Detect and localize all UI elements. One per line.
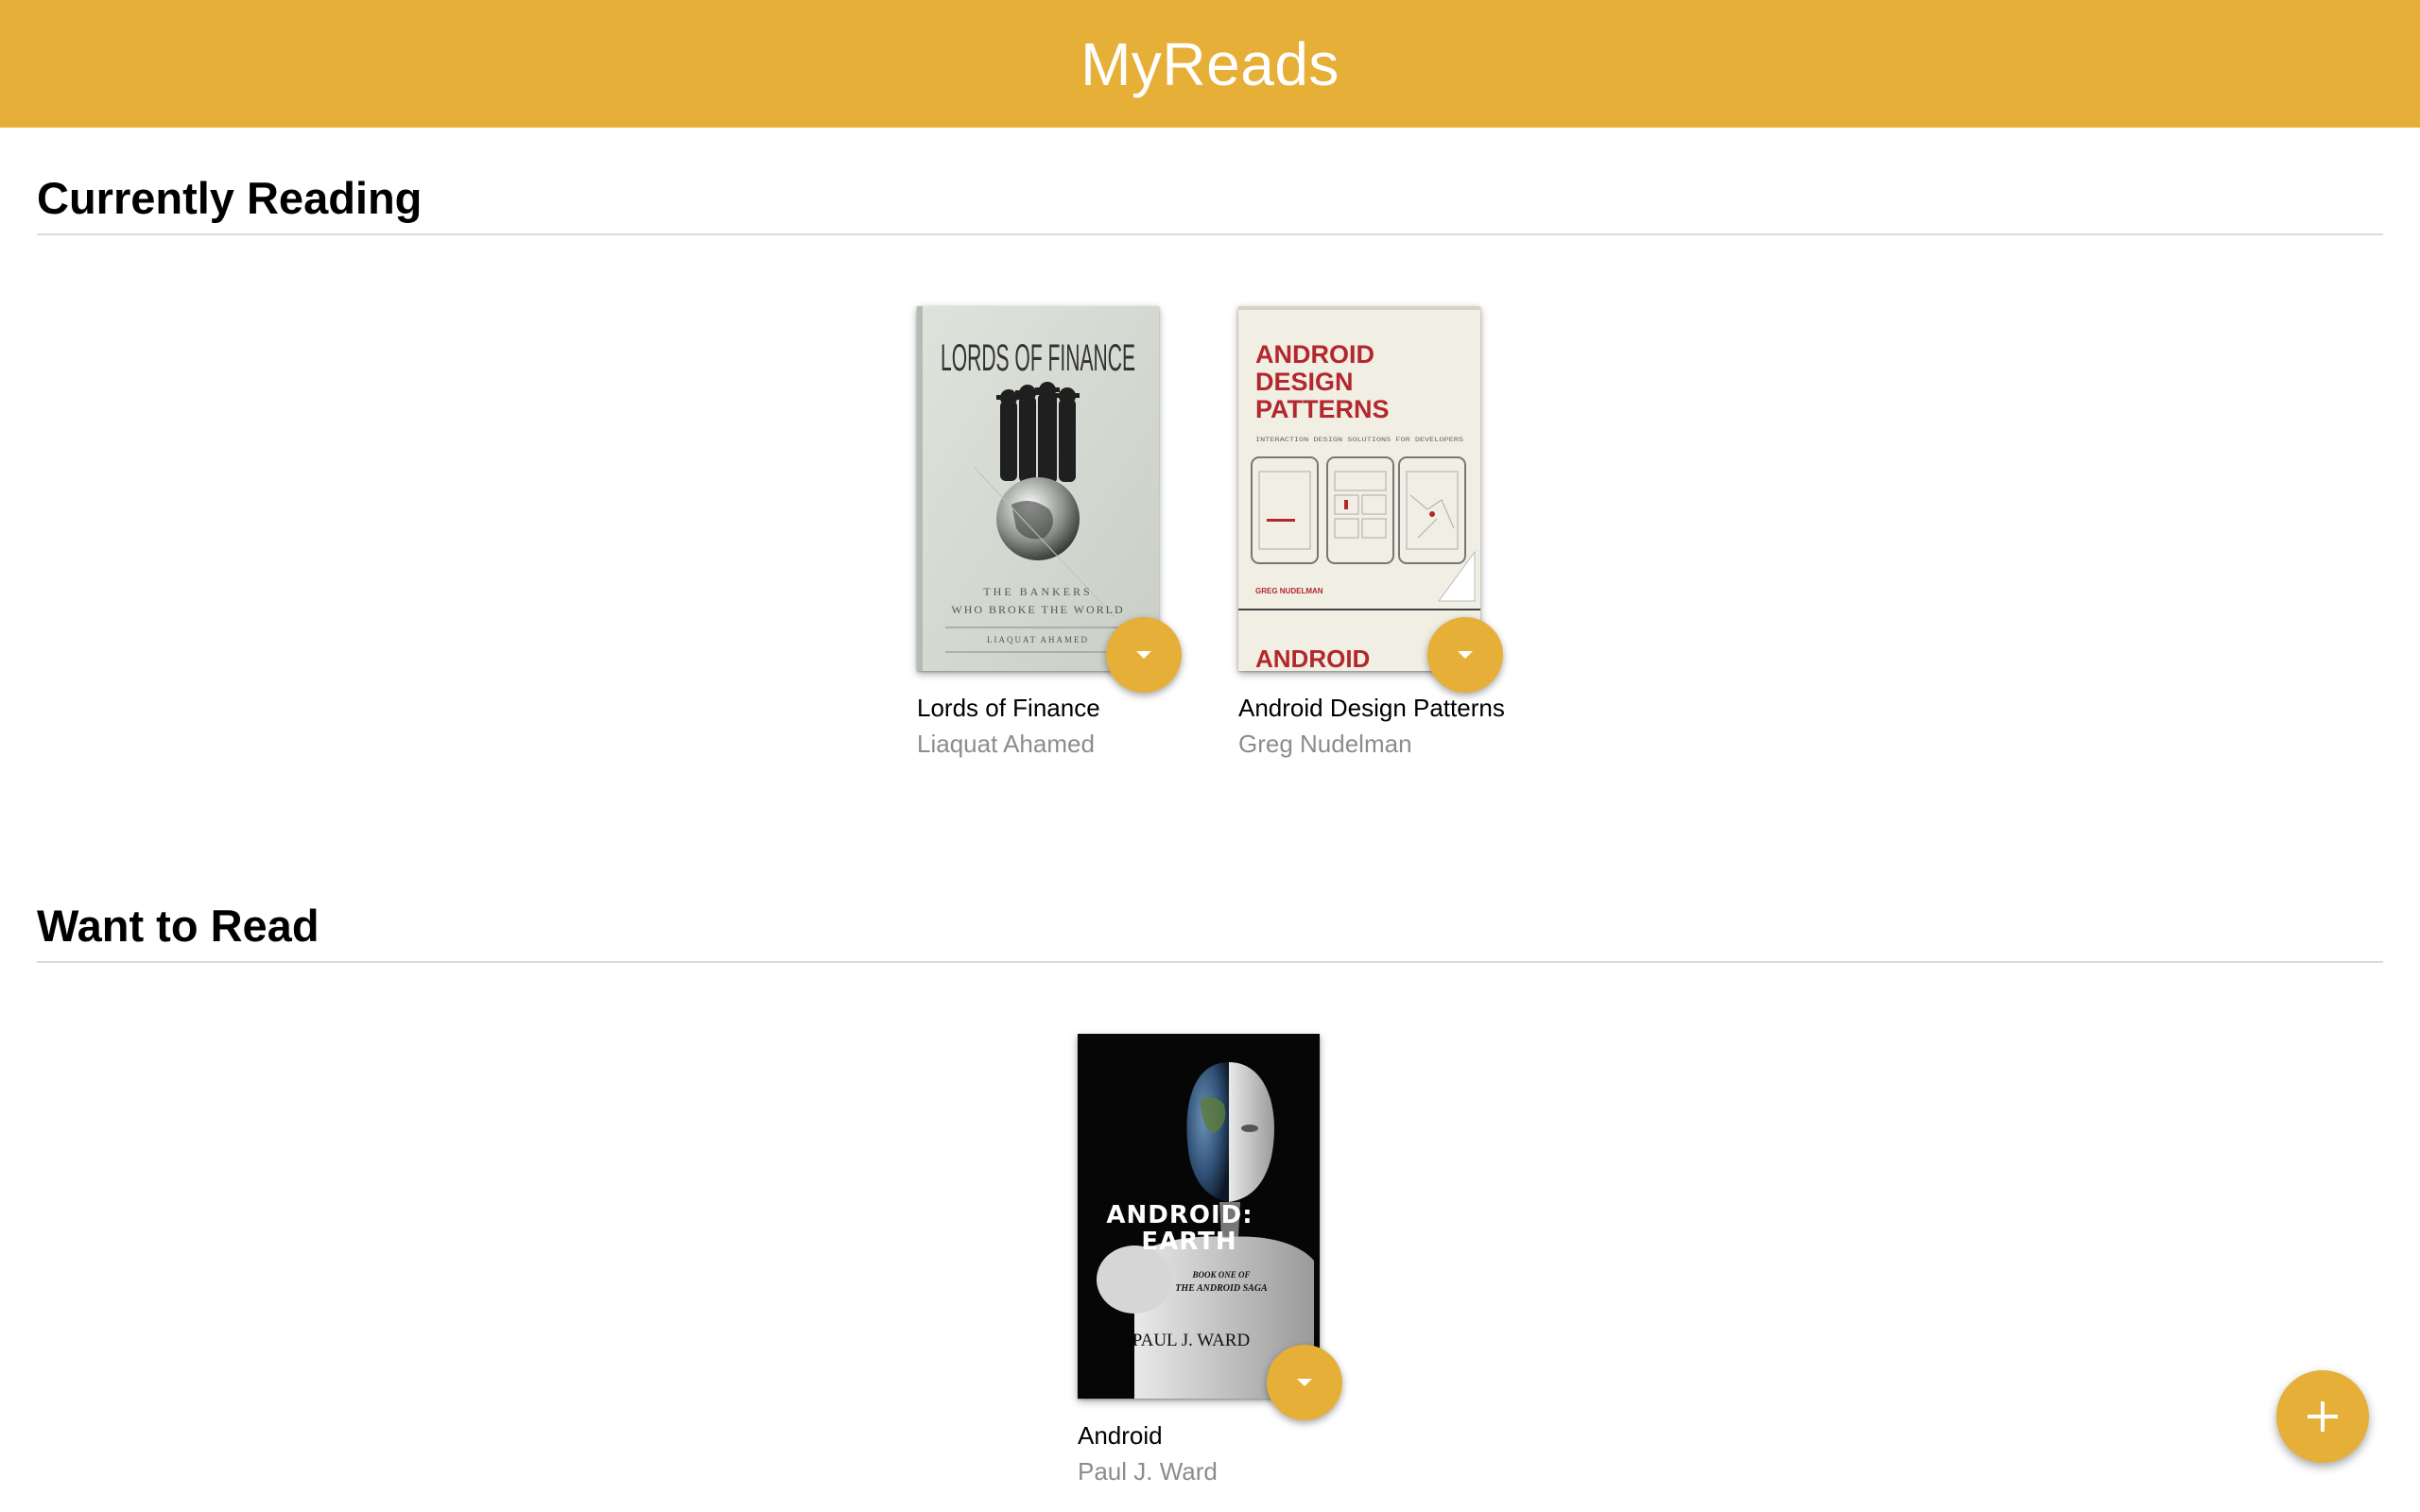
shelf-changer-button[interactable] — [1427, 617, 1503, 693]
book-author: Greg Nudelman — [1238, 730, 1412, 758]
shelf-changer-button[interactable] — [1267, 1345, 1342, 1420]
svg-text:PATTERNS: PATTERNS — [1255, 395, 1390, 423]
plus-icon — [2308, 1401, 2338, 1432]
svg-text:WHO BROKE THE WORLD: WHO BROKE THE WORLD — [951, 603, 1124, 616]
book-title: Android Design Patterns — [1238, 694, 1505, 722]
svg-text:ANDROID:: ANDROID: — [1106, 1201, 1253, 1229]
shelf-divider — [37, 233, 2383, 235]
caret-down-icon — [1458, 651, 1473, 659]
svg-text:BOOK ONE OF: BOOK ONE OF — [1191, 1270, 1250, 1280]
svg-text:ANDROID: ANDROID — [1255, 644, 1370, 671]
shelf-divider — [37, 961, 2383, 963]
add-book-button[interactable] — [2276, 1370, 2369, 1463]
book-author: Liaquat Ahamed — [917, 730, 1095, 758]
caret-down-icon — [1136, 651, 1151, 659]
svg-text:PAUL J. WARD: PAUL J. WARD — [1132, 1331, 1250, 1350]
shelf-title-currently-reading: Currently Reading — [37, 173, 423, 223]
svg-text:LIAQUAT AHAMED: LIAQUAT AHAMED — [987, 635, 1089, 644]
book-cover[interactable]: ANDROID DESIGN PATTERNS INTERACTION DESI… — [1238, 306, 1480, 671]
shelf-changer-button[interactable] — [1106, 617, 1182, 693]
svg-text:ANDROID: ANDROID — [1255, 340, 1374, 369]
app-title: MyReads — [1080, 29, 1340, 98]
cover-title-text: LORDS OF FINANCE — [941, 337, 1135, 379]
caret-down-icon — [1297, 1379, 1312, 1386]
book-title: Lords of Finance — [917, 694, 1100, 722]
app-header: MyReads — [0, 0, 2420, 128]
svg-text:EARTH: EARTH — [1141, 1228, 1236, 1256]
book-cover[interactable]: ANDROID: EARTH BOOK ONE OF THE ANDROID S… — [1078, 1034, 1320, 1399]
svg-text:THE BANKERS: THE BANKERS — [983, 585, 1092, 598]
svg-text:GREG NUDELMAN: GREG NUDELMAN — [1255, 587, 1323, 595]
book-cover[interactable]: LORDS OF FINANCE THE BANKERS WHO BROKE T… — [917, 306, 1159, 671]
book-title: Android — [1078, 1421, 1163, 1450]
svg-text:DESIGN: DESIGN — [1255, 368, 1354, 396]
shelf-title-want-to-read: Want to Read — [37, 901, 320, 951]
svg-text:THE ANDROID SAGA: THE ANDROID SAGA — [1175, 1283, 1268, 1294]
svg-text:INTERACTION DESIGN SOLUTIONS F: INTERACTION DESIGN SOLUTIONS FOR DEVELOP… — [1255, 437, 1464, 443]
book-author: Paul J. Ward — [1078, 1457, 1218, 1486]
